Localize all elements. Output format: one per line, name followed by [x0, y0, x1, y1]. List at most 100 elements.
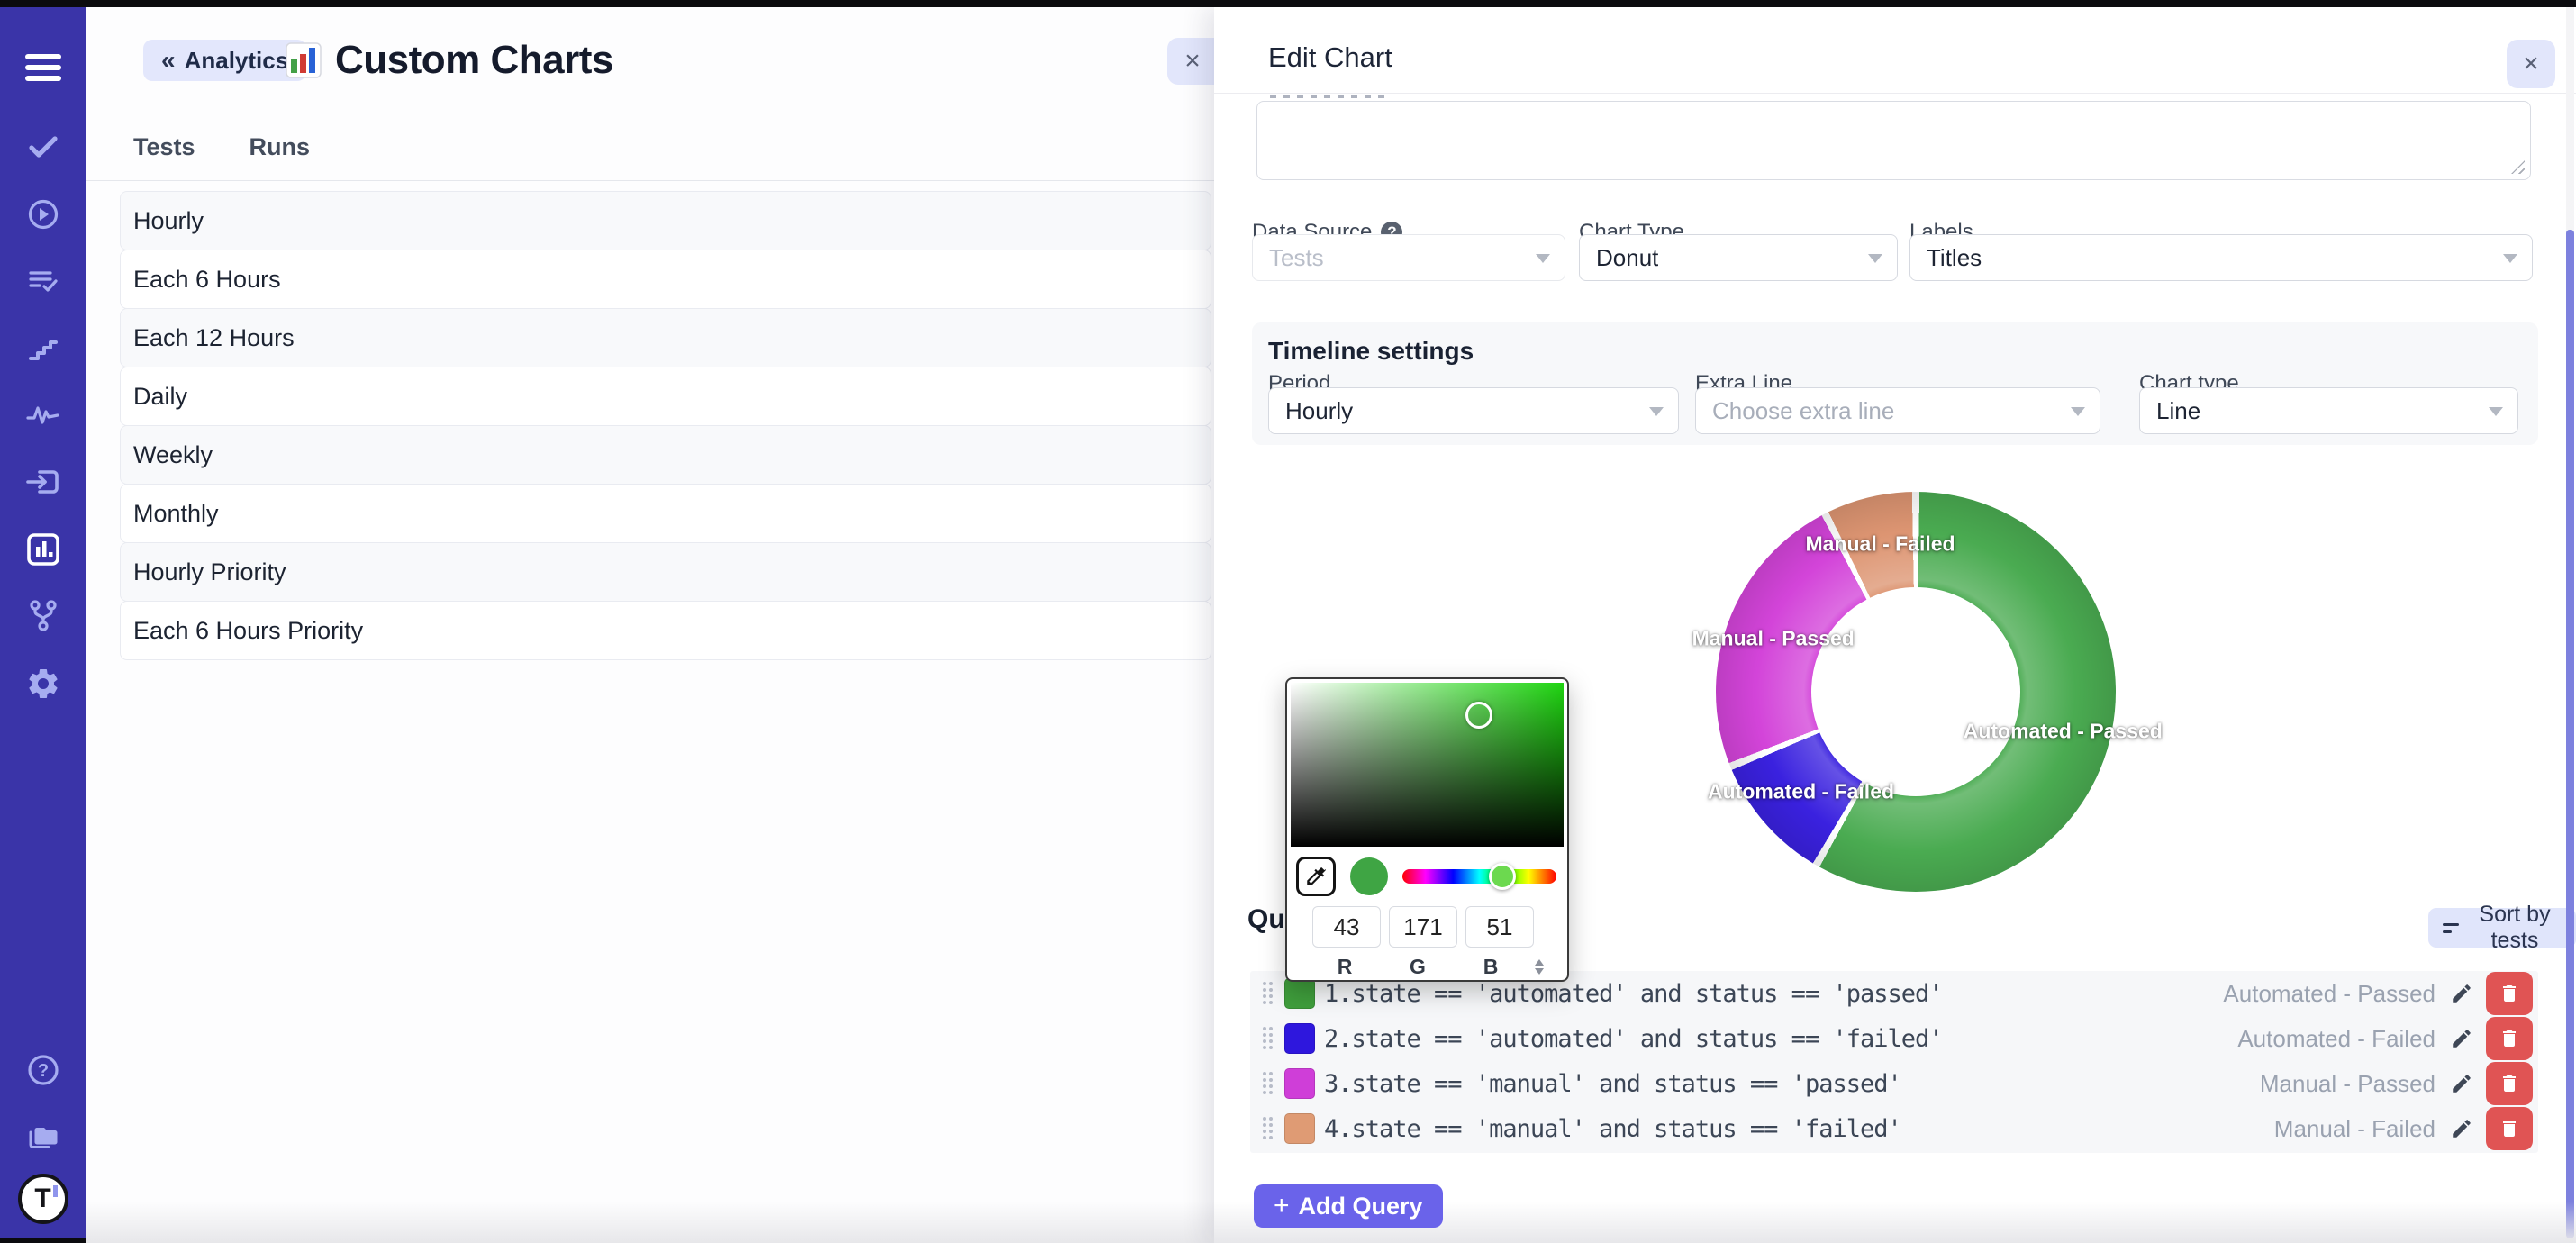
panel-bottom-fade — [86, 1202, 1214, 1243]
edit-icon[interactable] — [2450, 1027, 2473, 1050]
hue-slider[interactable] — [1402, 869, 1556, 884]
green-label: G — [1385, 955, 1450, 979]
settings-gear-icon[interactable] — [0, 663, 86, 704]
delete-query-button[interactable] — [2486, 1017, 2533, 1060]
drag-handle-icon[interactable] — [1263, 1072, 1274, 1095]
list-item[interactable]: Monthly — [120, 484, 1211, 543]
list-item[interactable]: Each 12 Hours — [120, 308, 1211, 367]
delete-query-button[interactable] — [2486, 1062, 2533, 1105]
labels-select[interactable]: Titles — [1909, 234, 2533, 281]
drawer-close-button[interactable]: × — [2507, 40, 2555, 88]
timeline-settings-card: Timeline settings Period Extra Line Char… — [1252, 322, 2538, 445]
query-color-swatch[interactable] — [1284, 1113, 1315, 1144]
query-expression: 2.state == 'automated' and status == 'fa… — [1324, 1025, 2237, 1053]
runs-play-icon[interactable] — [0, 194, 86, 235]
query-title: Manual - Passed — [2260, 1070, 2435, 1098]
extra-line-select[interactable]: Choose extra line — [1695, 387, 2100, 434]
help-question-icon[interactable]: ? — [0, 1049, 86, 1091]
drag-handle-icon[interactable] — [1263, 1027, 1274, 1050]
list-item[interactable]: Weekly — [120, 425, 1211, 485]
bar-chart-emoji-icon — [285, 41, 322, 79]
donut-slice-label: Manual - Passed — [1692, 626, 1855, 650]
green-input[interactable] — [1389, 906, 1457, 948]
data-source-select[interactable]: Tests — [1252, 234, 1565, 281]
query-title: Automated - Passed — [2223, 980, 2435, 1008]
window-bottom-edge — [0, 1238, 86, 1243]
edit-icon[interactable] — [2450, 982, 2473, 1005]
eyedropper-button[interactable] — [1296, 857, 1336, 896]
add-query-button[interactable]: + Add Query — [1254, 1184, 1443, 1228]
query-color-swatch[interactable] — [1284, 1068, 1315, 1099]
chevron-down-icon — [1536, 254, 1550, 263]
chevron-down-icon — [2503, 254, 2517, 263]
chevron-down-icon — [2489, 407, 2503, 416]
svg-text:?: ? — [37, 1061, 48, 1081]
donut-slice-label: Automated - Passed — [1964, 719, 2163, 743]
query-color-swatch[interactable] — [1284, 978, 1315, 1009]
edit-icon[interactable] — [2450, 1072, 2473, 1095]
query-list: 1.state == 'automated' and status == 'pa… — [1250, 971, 2538, 1153]
sort-icon — [2443, 923, 2459, 933]
saturation-brightness-area[interactable] — [1291, 683, 1564, 847]
query-row: 3.state == 'manual' and status == 'passe… — [1250, 1061, 2538, 1106]
plus-icon: + — [1274, 1191, 1290, 1221]
custom-charts-bar-icon[interactable] — [0, 529, 86, 570]
chevron-down-icon — [2071, 407, 2085, 416]
edit-icon[interactable] — [2450, 1117, 2473, 1140]
tests-check-icon[interactable] — [0, 126, 86, 168]
drag-handle-icon[interactable] — [1263, 1117, 1274, 1140]
list-item[interactable]: Hourly Priority — [120, 542, 1211, 602]
projects-folder-icon[interactable] — [0, 1117, 86, 1158]
timeline-heading: Timeline settings — [1268, 337, 1474, 366]
menu-icon[interactable] — [0, 47, 86, 88]
sort-by-tests-button[interactable]: Sort by tests — [2428, 908, 2576, 948]
testomat-logo[interactable]: T — [0, 1175, 86, 1222]
blue-input[interactable] — [1465, 906, 1534, 948]
description-textarea[interactable] — [1256, 101, 2531, 180]
panel-close-button[interactable]: × — [1167, 38, 1218, 85]
drawer-title: Edit Chart — [1268, 41, 1392, 74]
sb-marker[interactable] — [1465, 702, 1492, 729]
hue-handle[interactable] — [1489, 863, 1516, 890]
donut-slice-label: Manual - Failed — [1805, 531, 1955, 556]
pulse-activity-icon[interactable] — [0, 394, 86, 435]
imports-sign-in-icon[interactable] — [0, 461, 86, 503]
current-color-swatch — [1350, 857, 1388, 895]
window-top-edge — [0, 0, 2576, 7]
tab-tests[interactable]: Tests — [133, 133, 195, 161]
custom-charts-panel: « Analytics Custom Charts × Tests Runs H… — [86, 7, 1214, 1243]
donut-chart: Automated - PassedAutomated - FailedManu… — [1716, 492, 2116, 892]
sidebar: ? T — [0, 7, 86, 1243]
chart-type-select[interactable]: Donut — [1579, 234, 1898, 281]
chevron-down-icon — [1868, 254, 1882, 263]
list-item[interactable]: Each 6 Hours — [120, 250, 1211, 309]
scrollbar-thumb[interactable] — [2566, 230, 2574, 1238]
test-plans-list-check-icon[interactable] — [0, 260, 86, 302]
period-select[interactable]: Hourly — [1268, 387, 1679, 434]
query-title: Manual - Failed — [2274, 1115, 2435, 1143]
red-input[interactable] — [1312, 906, 1381, 948]
query-expression: 4.state == 'manual' and status == 'faile… — [1324, 1115, 2274, 1143]
color-mode-toggle-icon[interactable] — [1535, 959, 1544, 975]
query-color-swatch[interactable] — [1284, 1023, 1315, 1054]
query-expression: 3.state == 'manual' and status == 'passe… — [1324, 1070, 2260, 1098]
drag-handle-icon[interactable] — [1263, 982, 1274, 1005]
donut-slice-label: Automated - Failed — [1708, 779, 1894, 803]
chart-list: HourlyEach 6 HoursEach 12 HoursDailyWeek… — [120, 192, 1211, 660]
delete-query-button[interactable] — [2486, 1107, 2533, 1150]
chevrons-left-icon: « — [161, 46, 176, 75]
eyedropper-icon — [1304, 865, 1328, 888]
analytics-back-button[interactable]: « Analytics — [143, 40, 306, 81]
tab-runs[interactable]: Runs — [249, 133, 311, 161]
query-title: Automated - Failed — [2237, 1025, 2435, 1053]
query-row: 4.state == 'manual' and status == 'faile… — [1250, 1106, 2538, 1151]
branches-git-icon[interactable] — [0, 595, 86, 637]
edit-chart-drawer: Edit Chart × Data Source ? Chart Type La… — [1214, 7, 2576, 1243]
list-item[interactable]: Hourly — [120, 191, 1211, 250]
list-item[interactable]: Daily — [120, 367, 1211, 426]
delete-query-button[interactable] — [2486, 972, 2533, 1015]
query-row: 2.state == 'automated' and status == 'fa… — [1250, 1016, 2538, 1061]
list-item[interactable]: Each 6 Hours Priority — [120, 601, 1211, 660]
timeline-chart-type-select[interactable]: Line — [2139, 387, 2518, 434]
steps-stairs-icon[interactable] — [0, 328, 86, 369]
